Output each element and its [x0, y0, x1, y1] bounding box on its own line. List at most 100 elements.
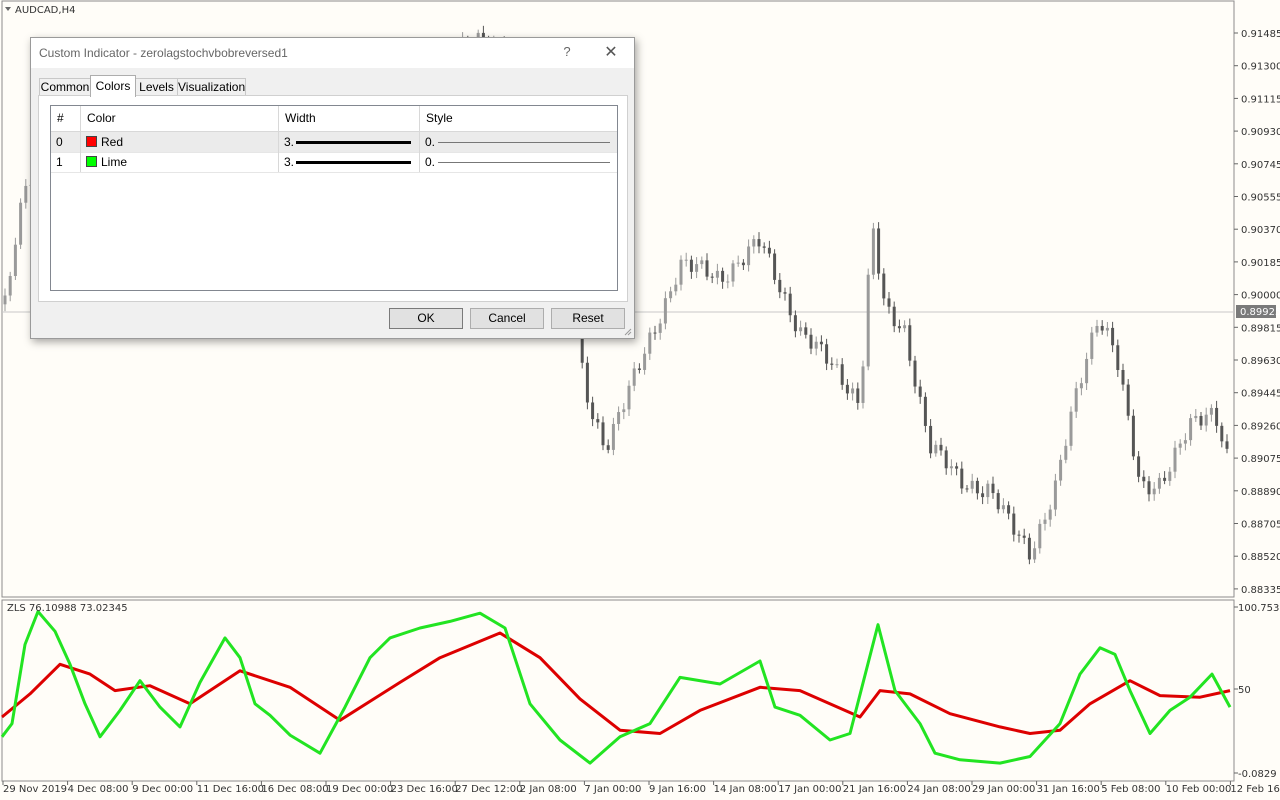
candle-body: [1038, 523, 1042, 549]
time-tick-label: 29 Jan 00:00: [972, 784, 1035, 795]
candle-body: [1199, 415, 1203, 426]
style-preview-line: [438, 142, 610, 143]
price-tick-label: 0.91115: [1241, 94, 1280, 105]
candle-body: [1142, 476, 1146, 482]
candle-body: [1064, 445, 1068, 460]
price-tick-label: 0.90185: [1241, 258, 1280, 269]
candle-body: [632, 368, 636, 386]
candle-body: [996, 493, 1000, 510]
candle-body: [1007, 505, 1011, 514]
candle-body: [1017, 534, 1021, 536]
candle-body: [689, 259, 693, 272]
price-tick-label: 0.89445: [1241, 389, 1280, 400]
candle-body: [783, 292, 787, 294]
candle-body: [882, 273, 886, 299]
candle-body: [24, 185, 28, 203]
candle-body: [1116, 345, 1120, 370]
candle-body: [1043, 519, 1047, 524]
width-value: 3.: [284, 155, 295, 169]
candle-body: [1105, 327, 1109, 331]
candle-body: [726, 281, 730, 283]
candle-body: [1095, 325, 1099, 333]
price-tick-label: 0.88520: [1241, 552, 1280, 563]
candle-body: [814, 341, 818, 349]
color-name: Red: [101, 135, 124, 149]
price-tick-label: 0.90370: [1241, 225, 1280, 236]
price-tick-label: 0.89260: [1241, 421, 1280, 432]
candle-body: [804, 327, 808, 335]
width-preview-line: [296, 161, 411, 164]
header-index[interactable]: #: [51, 106, 81, 131]
candle-body: [731, 263, 735, 282]
candle-body: [752, 239, 756, 247]
candle-body: [1001, 505, 1005, 510]
help-button[interactable]: ?: [559, 44, 575, 59]
candle-body: [856, 388, 860, 403]
resize-grip-icon[interactable]: [624, 328, 632, 336]
candle-body: [606, 445, 610, 450]
colors-table: # Color Width Style 0 Red 3. 0. 1 Lime 3…: [50, 105, 618, 291]
style-value: 0.: [425, 135, 436, 149]
width-cell[interactable]: 3.: [279, 132, 420, 152]
candle-body: [1194, 415, 1198, 419]
width-cell[interactable]: 3.: [279, 152, 420, 172]
candle-body: [835, 364, 839, 366]
candle-body: [1178, 443, 1182, 448]
colors-panel: # Color Width Style 0 Red 3. 0. 1 Lime 3…: [38, 95, 628, 302]
tab-visualization[interactable]: Visualization: [177, 78, 246, 96]
reset-button[interactable]: Reset: [551, 308, 625, 329]
candle-body: [1090, 332, 1094, 359]
table-row[interactable]: 0 Red 3. 0.: [51, 132, 617, 153]
header-style[interactable]: Style: [420, 106, 617, 131]
candle-body: [1100, 325, 1104, 331]
candle-body: [596, 419, 600, 423]
color-cell[interactable]: Lime: [81, 152, 279, 172]
candle-body: [1022, 535, 1026, 538]
candle-body: [1131, 415, 1135, 457]
candle-body: [975, 480, 979, 494]
candle-body: [851, 388, 855, 394]
candle-body: [643, 353, 647, 370]
candle-body: [710, 276, 714, 278]
table-row[interactable]: 1 Lime 3. 0.: [51, 152, 617, 173]
candle-body: [960, 468, 964, 489]
candle-body: [986, 483, 990, 498]
candle-body: [1147, 481, 1151, 495]
time-tick-label: 5 Feb 08:00: [1101, 784, 1160, 795]
dialog-titlebar[interactable]: Custom Indicator - zerolagstochvbobrever…: [31, 38, 634, 68]
close-button[interactable]: ✕: [601, 42, 621, 62]
header-width[interactable]: Width: [279, 106, 420, 131]
candle-body: [1204, 414, 1208, 426]
candle-body: [793, 315, 797, 332]
style-cell[interactable]: 0.: [420, 132, 617, 152]
style-cell[interactable]: 0.: [420, 152, 617, 172]
tab-common[interactable]: Common: [39, 78, 91, 96]
time-axis: 29 Nov 2019 4 Dec 08:00 9 Dec 00:00 11 Dec …: [2, 781, 1280, 795]
candle-body: [778, 279, 782, 293]
candle-body: [1183, 440, 1187, 444]
candle-body: [799, 327, 803, 332]
price-tick-label: 0.90930: [1241, 127, 1280, 138]
ok-button[interactable]: OK: [389, 308, 463, 329]
candle-body: [918, 386, 922, 397]
cancel-button[interactable]: Cancel: [470, 308, 544, 329]
style-preview-line: [438, 162, 610, 163]
time-tick-label: 4 Dec 08:00: [68, 784, 129, 795]
tab-colors[interactable]: Colors: [90, 75, 136, 97]
price-tick-label: 0.91485: [1241, 29, 1280, 40]
candle-body: [949, 466, 953, 469]
candle-body: [1168, 471, 1172, 481]
table-header: # Color Width Style: [51, 106, 617, 132]
candle-body: [1152, 488, 1156, 495]
candle-body: [788, 293, 792, 316]
current-price-label: 0.89925: [1240, 307, 1280, 318]
candle-body: [830, 363, 834, 365]
candle-body: [934, 444, 938, 454]
candle-body: [700, 260, 704, 265]
header-color[interactable]: Color: [81, 106, 279, 131]
indicator-panel[interactable]: [1, 599, 1235, 782]
tab-levels[interactable]: Levels: [135, 78, 178, 96]
candle-body: [892, 306, 896, 327]
color-cell[interactable]: Red: [81, 132, 279, 152]
candle-body: [1111, 327, 1115, 346]
